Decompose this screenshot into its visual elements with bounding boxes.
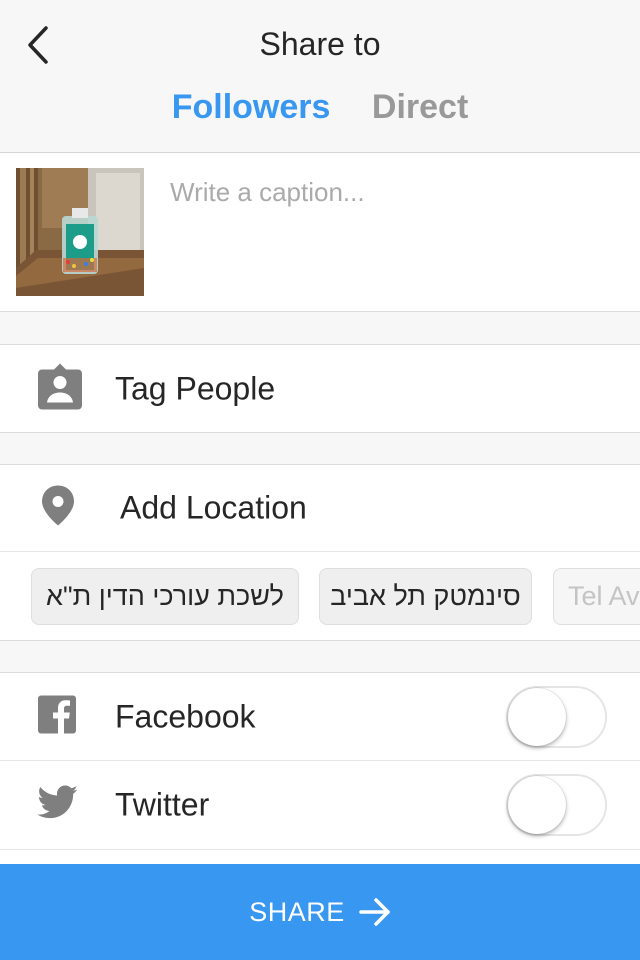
twitter-label: Twitter: [115, 786, 210, 823]
tab-direct[interactable]: Direct: [372, 88, 468, 127]
header: Share to Followers Direct: [0, 0, 640, 153]
twitter-toggle[interactable]: [506, 774, 607, 836]
page-title: Share to: [259, 26, 381, 62]
facebook-icon: [38, 695, 76, 738]
photo-thumbnail: [16, 168, 144, 296]
location-chip[interactable]: סינמטק תל אביב: [319, 568, 532, 625]
toggle-knob: [508, 687, 566, 746]
facebook-label: Facebook: [115, 698, 256, 734]
twitter-icon: [37, 785, 79, 825]
location-pin-icon: [40, 485, 76, 532]
share-button[interactable]: SHARE: [0, 864, 640, 960]
add-location-label: Add Location: [120, 489, 307, 526]
tag-person-icon: [36, 361, 84, 416]
tag-people-row[interactable]: Tag People: [0, 344, 640, 433]
share-target-facebook: Facebook: [0, 672, 640, 761]
toggle-knob: [508, 776, 566, 834]
location-suggestions: לשכת עורכי הדין ת"א סינמטק תל אביב Tel A…: [0, 552, 640, 641]
location-chip[interactable]: לשכת עורכי הדין ת"א: [31, 568, 299, 625]
location-chip[interactable]: Tel Av: [553, 568, 640, 625]
share-button-label: SHARE: [249, 896, 345, 927]
arrow-right-icon: [359, 898, 391, 926]
tag-people-label: Tag People: [115, 370, 276, 406]
share-target-twitter: Twitter: [0, 761, 640, 850]
caption-input[interactable]: [170, 177, 620, 208]
tab-followers[interactable]: Followers: [172, 88, 331, 127]
caption-section: [0, 153, 640, 312]
facebook-toggle[interactable]: [506, 685, 607, 748]
add-location-row[interactable]: Add Location: [0, 464, 640, 552]
share-tabs: Followers Direct: [0, 88, 640, 127]
